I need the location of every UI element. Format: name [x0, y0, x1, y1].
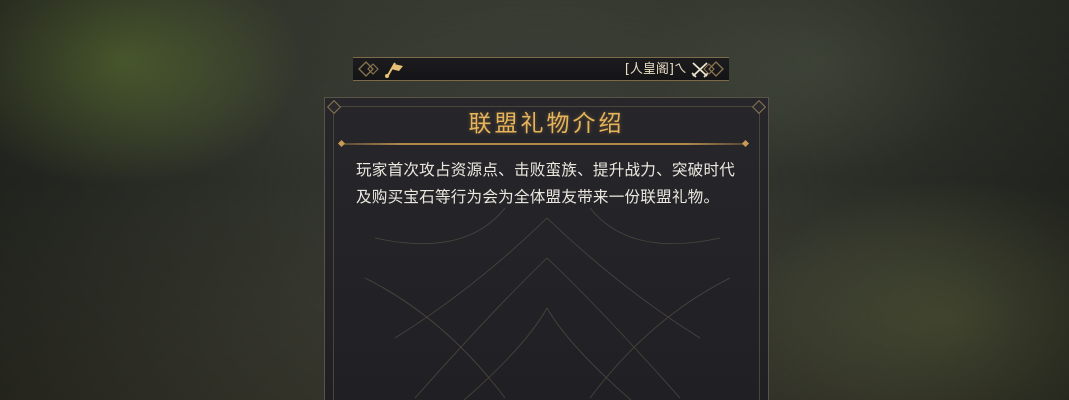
decorative-pattern [364, 207, 731, 400]
dialog-title: 联盟礼物介绍 [468, 111, 625, 137]
flag-icon[interactable] [383, 60, 405, 79]
player-info-bar[interactable]: [人皇阁]ㄟ [353, 57, 729, 81]
dialog-description: 玩家首次攻占资源点、击败蛮族、提升战力、突破时代及购买宝石等行为会为全体盟友带来… [356, 161, 736, 206]
ornament-left-icon [358, 61, 379, 77]
title-divider [341, 143, 746, 145]
player-name: [人皇阁]ㄟ [624, 62, 687, 77]
alliance-gift-info-dialog: 联盟礼物介绍 玩家首次攻占资源点、击败蛮族、提升战力、突破时代及购买宝石等行为会… [324, 97, 769, 400]
ornament-right-icon [703, 61, 724, 77]
